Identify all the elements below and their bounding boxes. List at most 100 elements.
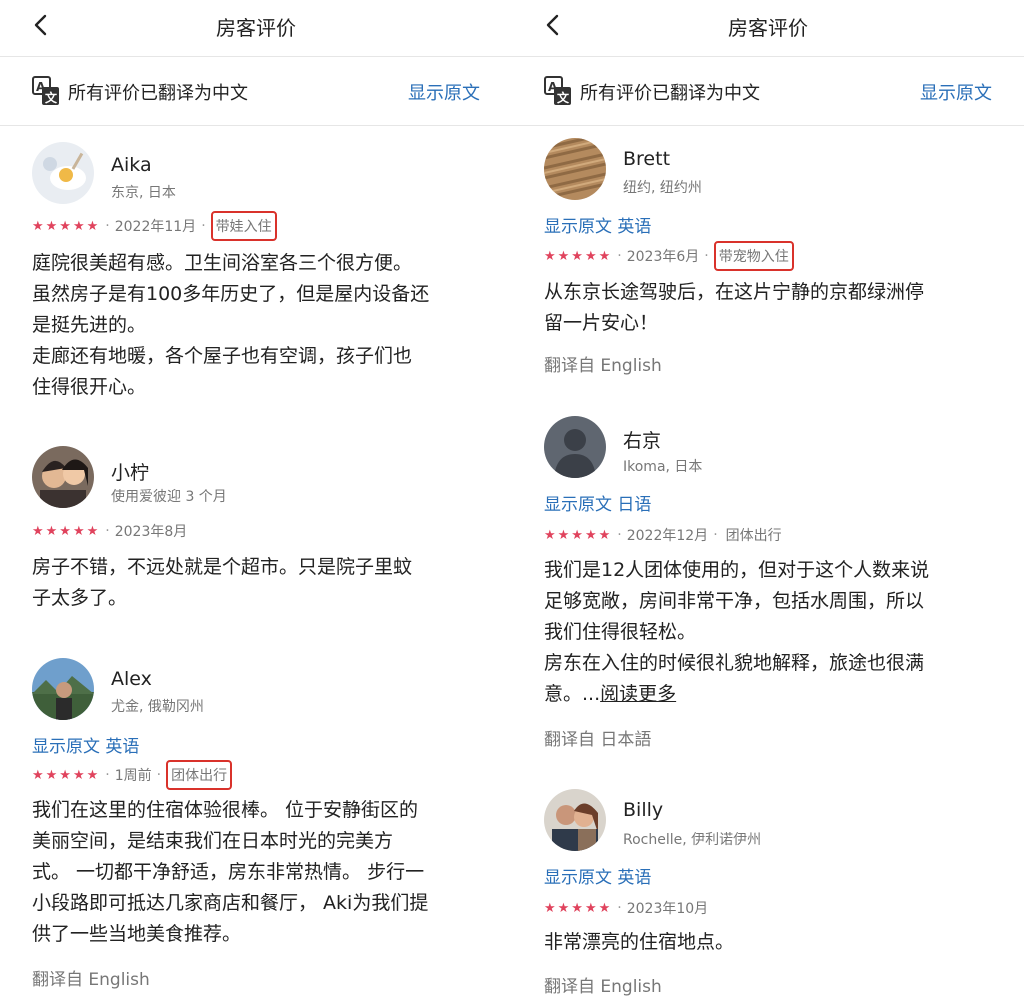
review-meta: ★★★★★ · 2023年10月 — [544, 896, 708, 920]
read-more-link[interactable]: 阅读更多 — [600, 683, 676, 705]
review-line: 小段路即可抵达几家商店和餐厅， Aki为我们提 — [32, 892, 429, 914]
show-original-link[interactable]: 显示原文 英语 — [544, 212, 651, 237]
star-rating: ★★★★★ — [544, 248, 613, 264]
trip-type-tag: 团体出行 — [166, 760, 233, 790]
show-original-button[interactable]: 显示原文 — [408, 79, 480, 105]
separator-dot: · — [617, 527, 622, 543]
reviewer-location: 使用爱彼迎 3 个月 — [111, 489, 227, 505]
avatar[interactable] — [544, 416, 606, 478]
translation-bar: A 文 所有评价已翻译为中文 显示原文 — [0, 57, 512, 126]
review-text: 非常漂亮的住宿地点。 — [544, 927, 734, 958]
separator-dot: · — [617, 248, 622, 264]
translation-notice: 所有评价已翻译为中文 — [68, 83, 248, 104]
review-item: 右京 Ikoma, 日本 显示原文 日语 ★★★★★ · 2022年12月 · … — [544, 416, 992, 756]
trip-type-tag: 带娃入住 — [210, 211, 277, 241]
reviewer-name[interactable]: Aika — [111, 154, 152, 176]
page-title: 房客评价 — [216, 16, 296, 40]
review-line: 从东京长途驾驶后，在这片宁静的京都绿洲停 — [544, 281, 925, 303]
translated-from-label: 翻译自 English — [544, 977, 662, 997]
star-rating: ★★★★★ — [544, 527, 613, 543]
review-meta: ★★★★★ · 2022年11月 · 带娃入住 — [32, 211, 277, 241]
review-line-prefix: 意。... — [544, 683, 601, 705]
avatar[interactable] — [544, 789, 606, 851]
separator-dot: · — [105, 218, 110, 234]
review-line: 庭院很美超有感。卫生间浴室各三个很方便。 — [32, 252, 413, 274]
review-date: 2022年12月 — [626, 528, 709, 544]
star-rating: ★★★★★ — [544, 900, 613, 916]
show-original-link[interactable]: 显示原文 英语 — [32, 732, 139, 757]
show-original-link[interactable]: 显示原文 日语 — [544, 490, 651, 515]
translate-icon: A 文 — [544, 76, 571, 105]
avatar[interactable] — [32, 142, 94, 204]
review-text: 庭院很美超有感。卫生间浴室各三个很方便。 虽然房子是有100多年历史了，但是屋内… — [32, 248, 429, 403]
svg-text:文: 文 — [557, 90, 570, 105]
left-screen: 房客评价 A 文 所有评价已翻译为中文 显示原文 Aika 东京, 日本 ★★★… — [0, 0, 512, 1007]
review-line: 房子不错，不远处就是个超市。只是院子里蚊 — [32, 556, 413, 578]
right-screen: 房客评价 A 文 所有评价已翻译为中文 显示原文 Brett 纽约, 纽约州 显… — [512, 0, 1024, 1007]
separator-dot: · — [156, 767, 162, 783]
translated-from-label: 翻译自 日本語 — [544, 730, 652, 750]
review-date: 2023年6月 — [626, 249, 700, 265]
review-line: 我们在这里的住宿体验很棒。 位于安静街区的 — [32, 799, 419, 821]
review-date: 2023年10月 — [626, 901, 709, 917]
avatar[interactable] — [32, 446, 94, 508]
review-line: 住得很开心。 — [32, 376, 147, 398]
review-line: 我们住得很轻松。 — [544, 621, 697, 643]
avatar[interactable] — [32, 658, 94, 720]
separator-dot: · — [617, 900, 622, 916]
reviewer-location: 尤金, 俄勒冈州 — [111, 699, 204, 715]
review-date: 1周前 — [114, 768, 152, 784]
separator-dot: · — [105, 523, 110, 539]
reviewer-name[interactable]: Alex — [111, 668, 152, 690]
review-item: 小柠 使用爱彼迎 3 个月 ★★★★★ · 2023年8月 房子不错，不远处就是… — [32, 446, 480, 616]
avatar[interactable] — [544, 138, 606, 200]
review-meta: ★★★★★ · 2022年12月 · 团体出行 — [544, 523, 785, 547]
separator-dot: · — [704, 248, 709, 264]
top-bar: 房客评价 — [512, 0, 1024, 57]
review-item: Brett 纽约, 纽约州 显示原文 英语 ★★★★★ · 2023年6月 · … — [544, 138, 992, 383]
review-line: 美丽空间，是结束我们在日本时光的完美方 — [32, 830, 394, 852]
reviewer-location: 东京, 日本 — [111, 185, 176, 201]
separator-dot: · — [105, 767, 110, 783]
review-meta: ★★★★★ · 2023年6月 · 带宠物入住 — [544, 241, 794, 271]
review-line: 意。...阅读更多 — [544, 679, 929, 710]
review-line: 式。 一切都干净舒适，房东非常热情。 步行一 — [32, 861, 425, 883]
translate-icon: A 文 — [32, 76, 59, 105]
show-original-button[interactable]: 显示原文 — [920, 79, 992, 105]
trip-type-tag: 带宠物入住 — [713, 241, 794, 271]
translated-from-label: 翻译自 English — [544, 356, 662, 376]
translation-bar: A 文 所有评价已翻译为中文 显示原文 — [512, 57, 1024, 126]
review-line: 我们是12人团体使用的，但对于这个人数来说 — [544, 559, 930, 581]
review-line: 子太多了。 — [32, 587, 128, 609]
review-item: Aika 东京, 日本 ★★★★★ · 2022年11月 · 带娃入住 庭院很美… — [32, 142, 480, 412]
review-text: 我们在这里的住宿体验很棒。 位于安静街区的 美丽空间，是结束我们在日本时光的完美… — [32, 795, 428, 950]
separator-dot: · — [201, 218, 206, 234]
reviewer-name[interactable]: Brett — [623, 148, 670, 170]
review-line: 房东在入住的时候很礼貌地解释，旅途也很满 — [544, 652, 925, 674]
reviewer-location: Ikoma, 日本 — [623, 459, 703, 475]
review-item: Billy Rochelle, 伊利诺伊州 显示原文 英语 ★★★★★ · 20… — [544, 789, 992, 1004]
star-rating: ★★★★★ — [32, 767, 101, 783]
review-text: 房子不错，不远处就是个超市。只是院子里蚊 子太多了。 — [32, 552, 412, 614]
review-meta: ★★★★★ · 2023年8月 — [32, 519, 187, 543]
review-date: 2022年11月 — [114, 219, 197, 235]
review-line: 留一片安心！ — [544, 312, 659, 334]
reviewer-name[interactable]: Billy — [623, 799, 663, 821]
review-line: 是挺先进的。 — [32, 314, 147, 336]
separator-dot: · — [713, 527, 718, 543]
review-line: 走廊还有地暖，各个屋子也有空调，孩子们也 — [32, 345, 413, 367]
reviewer-name[interactable]: 小柠 — [111, 458, 149, 485]
review-line: 足够宽敞，房间非常干净，包括水周围，所以 — [544, 590, 925, 612]
show-original-link[interactable]: 显示原文 英语 — [544, 863, 651, 888]
review-item: Alex 尤金, 俄勒冈州 显示原文 英语 ★★★★★ · 1周前 · 团体出行… — [32, 658, 480, 1003]
star-rating: ★★★★★ — [32, 218, 101, 234]
page-title: 房客评价 — [728, 16, 808, 40]
review-text: 我们是12人团体使用的，但对于这个人数来说 足够宽敞，房间非常干净，包括水周围，… — [544, 555, 929, 710]
review-line: 非常漂亮的住宿地点。 — [544, 931, 735, 953]
translated-from-label: 翻译自 English — [32, 970, 150, 990]
trip-type-tag: 团体出行 — [725, 528, 782, 544]
reviewer-name[interactable]: 右京 — [623, 426, 661, 453]
review-line: 供了一些当地美食推荐。 — [32, 923, 242, 945]
review-line: 虽然房子是有100多年历史了，但是屋内设备还 — [32, 283, 430, 305]
reviewer-location: 纽约, 纽约州 — [623, 180, 702, 196]
